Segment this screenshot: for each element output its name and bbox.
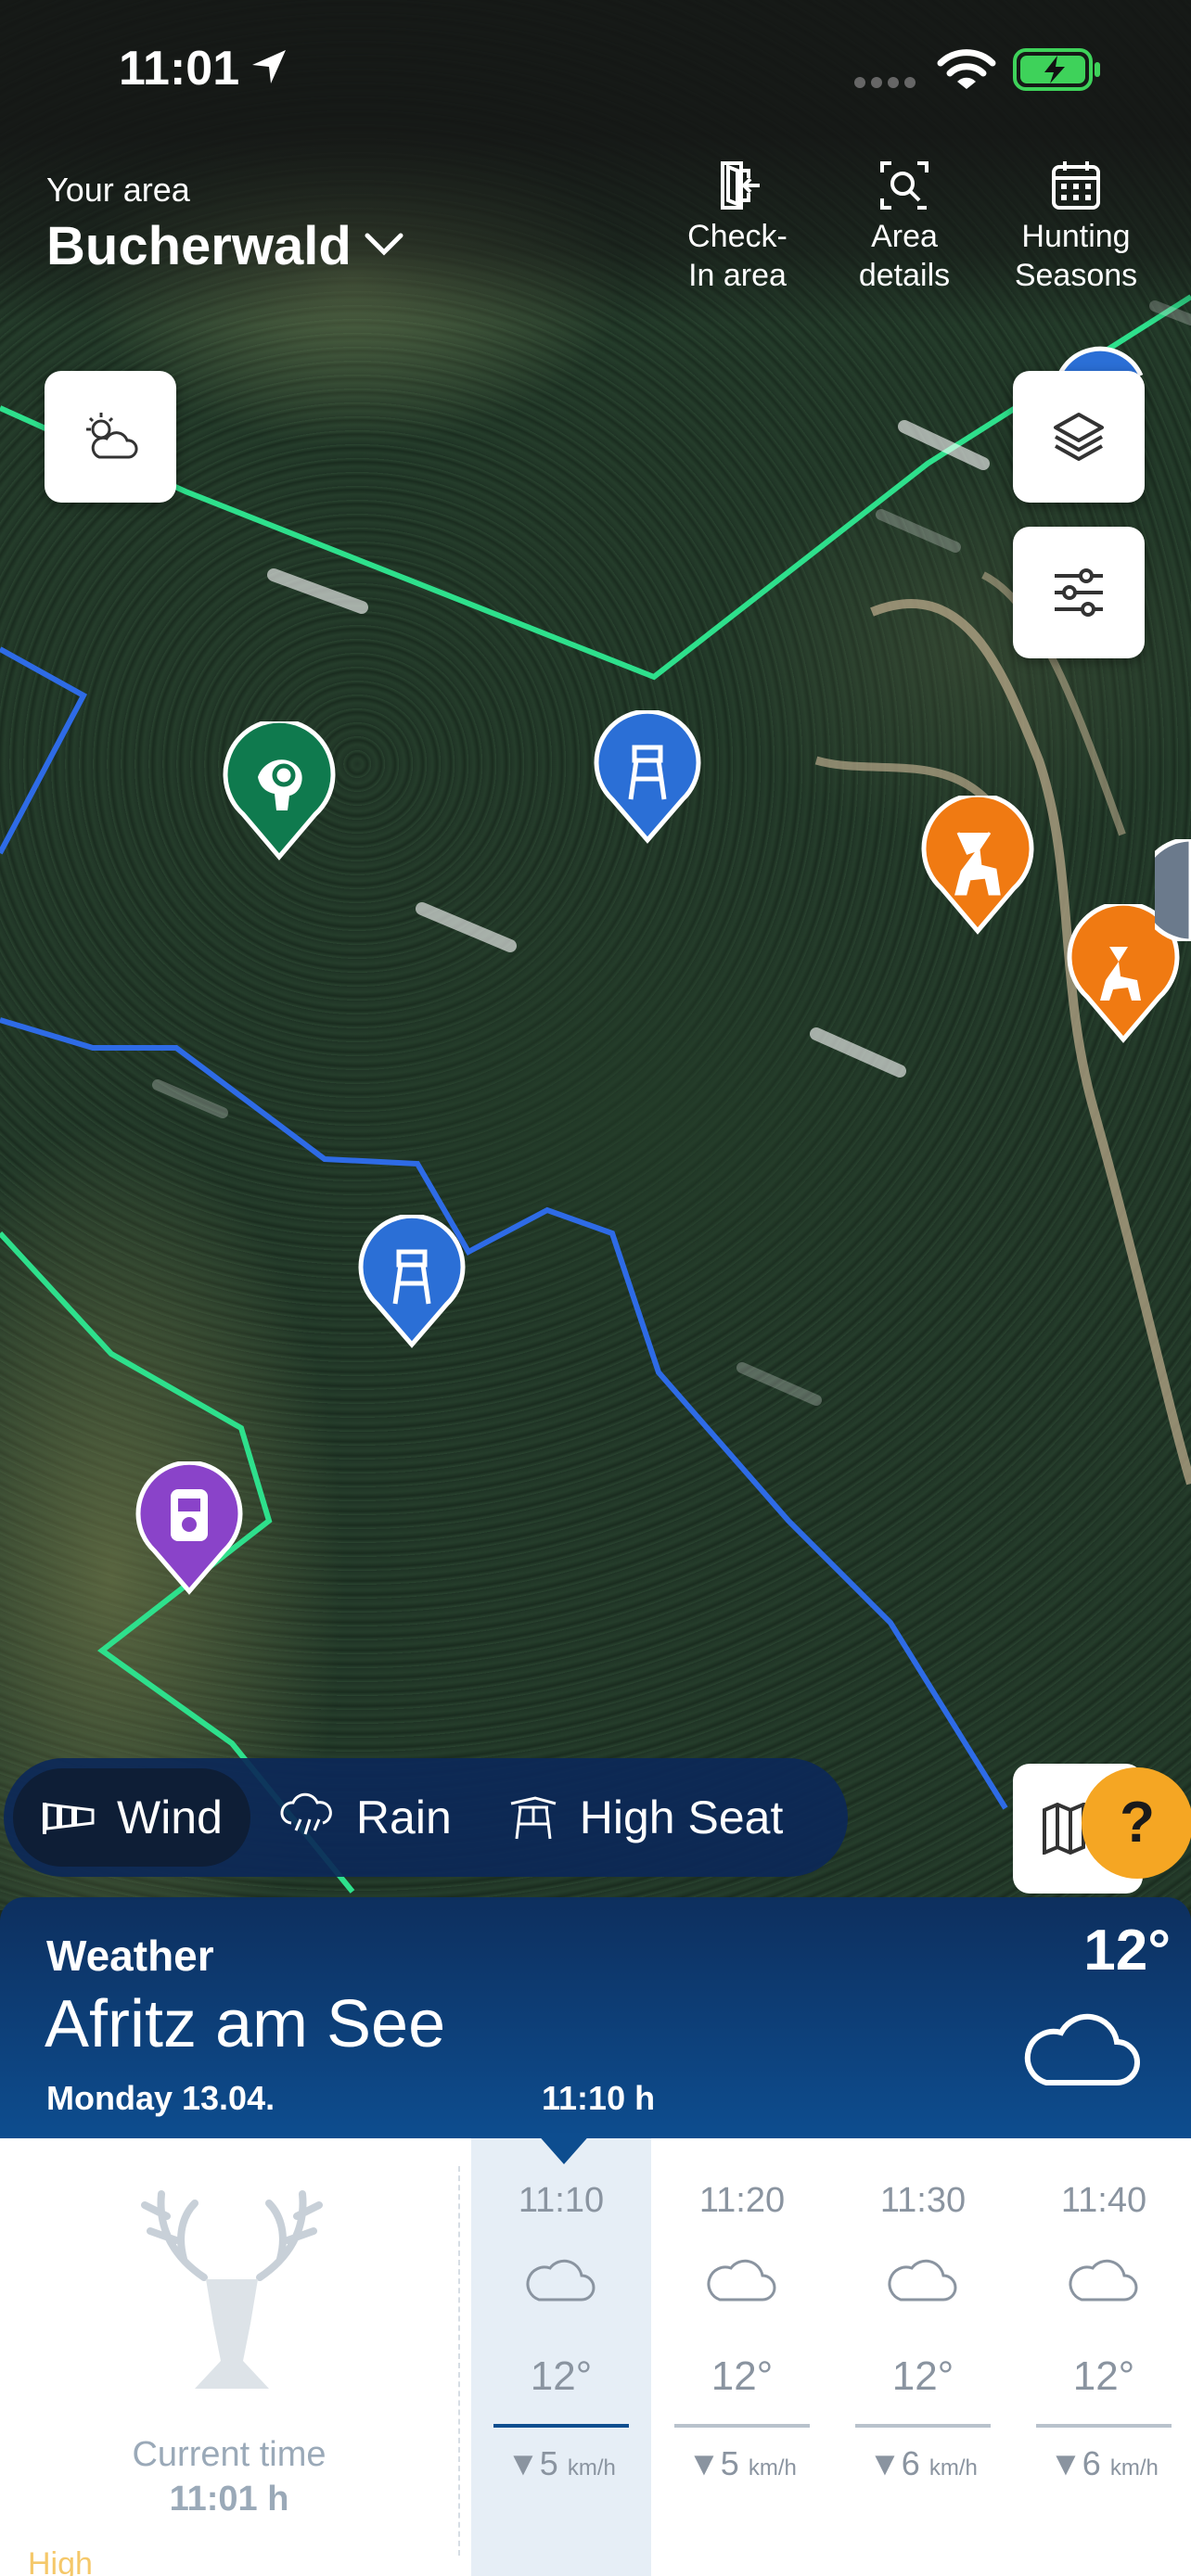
slot-wind-speed: 5: [539, 2444, 558, 2482]
windsock-icon: [43, 1803, 95, 1834]
hunting-seasons-label: Hunting Seasons: [1014, 219, 1138, 293]
layer-rain-button[interactable]: Rain: [250, 1768, 480, 1867]
check-in-area-button[interactable]: Check- In area: [659, 158, 816, 295]
slot-wind: ▼6 km/h: [868, 2444, 978, 2482]
current-time-caption: Current time: [132, 2435, 327, 2474]
current-time-value: 11:01 h: [169, 2480, 289, 2519]
slot-wind: ▼5 km/h: [506, 2444, 616, 2482]
chevron-down-icon[interactable]: [364, 232, 404, 258]
slot-temperature: 12°: [1072, 2353, 1135, 2399]
forecast-slot[interactable]: 11:20 12° ▼5 km/h: [652, 2138, 832, 2576]
status-time: 11:01: [119, 42, 240, 96]
slot-wind-speed: 5: [720, 2444, 739, 2482]
cloud-icon: [888, 2259, 957, 2302]
weather-overlay-button[interactable]: [45, 371, 176, 503]
slot-wind-speed: 6: [1082, 2444, 1101, 2482]
slot-wind-unit: km/h: [748, 2455, 797, 2480]
selected-slot-pointer: [536, 2133, 592, 2164]
slot-wind-speed: 6: [901, 2444, 920, 2482]
slot-wind: ▼6 km/h: [1049, 2444, 1159, 2482]
weather-header[interactable]: Weather Afritz am See Monday 13.04. 11:1…: [0, 1897, 1191, 2138]
cellular-signal-icon: [854, 77, 916, 88]
area-details-label: Area details: [858, 219, 951, 293]
deer-pin-icon[interactable]: [921, 796, 1034, 935]
search-frame-icon: [880, 161, 928, 210]
forecast-slot[interactable]: 11:40 12° ▼6 km/h: [1014, 2138, 1191, 2576]
area-header: Your area Bucherwald Check- In area Area…: [0, 139, 1191, 325]
slot-time: 11:10: [518, 2181, 605, 2220]
cloud-icon: [526, 2259, 596, 2302]
forecast-strip[interactable]: Current time 11:01 h High 11:10 12° ▼5 k…: [0, 2138, 1191, 2576]
map-layer-switch: Wind Rain High Seat: [4, 1758, 848, 1877]
area-caption: Your area: [46, 171, 190, 209]
column-divider: [458, 2166, 460, 2556]
ibex-pin-icon[interactable]: [223, 721, 336, 861]
slot-indicator: [493, 2424, 629, 2428]
current-time-column: Current time 11:01 h High: [0, 2138, 458, 2576]
map-pin-icon[interactable]: [1155, 839, 1191, 941]
sliders-icon: [1055, 568, 1103, 617]
area-details-button[interactable]: Area details: [826, 158, 983, 295]
rain-icon: [280, 1792, 332, 1835]
layers-icon: [1054, 413, 1104, 461]
map-icon: [1043, 1803, 1085, 1855]
cloud-icon: [1069, 2259, 1138, 2302]
area-selector[interactable]: Bucherwald: [46, 215, 352, 277]
camera-trap-pin-icon[interactable]: [135, 1461, 243, 1595]
layer-high-seat-label: High Seat: [579, 1792, 784, 1843]
slot-temperature: 12°: [891, 2353, 954, 2399]
slot-temperature: 12°: [711, 2353, 774, 2399]
area-boundary-blue: [0, 646, 88, 855]
layer-wind-button[interactable]: Wind: [13, 1768, 250, 1867]
high-seat-icon: [510, 1796, 557, 1840]
slot-time: 11:30: [879, 2181, 967, 2220]
slot-indicator: [674, 2424, 810, 2428]
filter-button[interactable]: [1013, 527, 1145, 658]
check-in-label: Check- In area: [687, 219, 788, 293]
map-layers-button[interactable]: [1013, 371, 1145, 503]
activity-level-label: High: [28, 2546, 93, 2576]
stag-icon: [141, 2190, 323, 2389]
current-temperature: 12°: [1083, 1919, 1171, 1983]
weather-date: Monday 13.04.: [46, 2079, 275, 2117]
slot-wind: ▼5 km/h: [687, 2444, 797, 2482]
hunting-seasons-button[interactable]: Hunting Seasons: [997, 158, 1155, 295]
sun-cloud-icon: [86, 413, 138, 459]
door-enter-icon: [721, 161, 760, 210]
slot-wind-unit: km/h: [928, 2455, 978, 2480]
slot-indicator: [855, 2424, 991, 2428]
high-seat-pin-icon[interactable]: [594, 710, 701, 844]
battery-charging-icon: [1013, 48, 1100, 91]
layer-high-seat-button[interactable]: High Seat: [480, 1768, 812, 1867]
layer-wind-label: Wind: [117, 1792, 223, 1843]
forecast-slot[interactable]: 11:10 12° ▼5 km/h: [471, 2138, 651, 2576]
slot-time: 11:20: [698, 2181, 786, 2220]
weather-location: Afritz am See: [45, 1987, 446, 2061]
cloud-icon: [1024, 2013, 1140, 2085]
calendar-icon: [1052, 161, 1100, 210]
cloud-icon: [707, 2259, 776, 2302]
slot-indicator: [1036, 2424, 1172, 2428]
slot-wind-unit: km/h: [567, 2455, 616, 2480]
status-bar: 11:01: [0, 0, 1191, 139]
slot-time: 11:40: [1060, 2181, 1147, 2220]
wifi-icon: [937, 49, 996, 89]
layer-rain-label: Rain: [355, 1792, 452, 1843]
location-arrow-icon: [252, 50, 286, 83]
help-button[interactable]: ?: [1082, 1767, 1191, 1879]
slot-temperature: 12°: [530, 2353, 593, 2399]
slot-wind-unit: km/h: [1109, 2455, 1159, 2480]
forecast-slot[interactable]: 11:30 12° ▼6 km/h: [833, 2138, 1013, 2576]
selected-time: 11:10 h: [542, 2079, 656, 2117]
weather-title: Weather: [46, 1932, 214, 1980]
high-seat-pin-icon[interactable]: [358, 1215, 466, 1348]
